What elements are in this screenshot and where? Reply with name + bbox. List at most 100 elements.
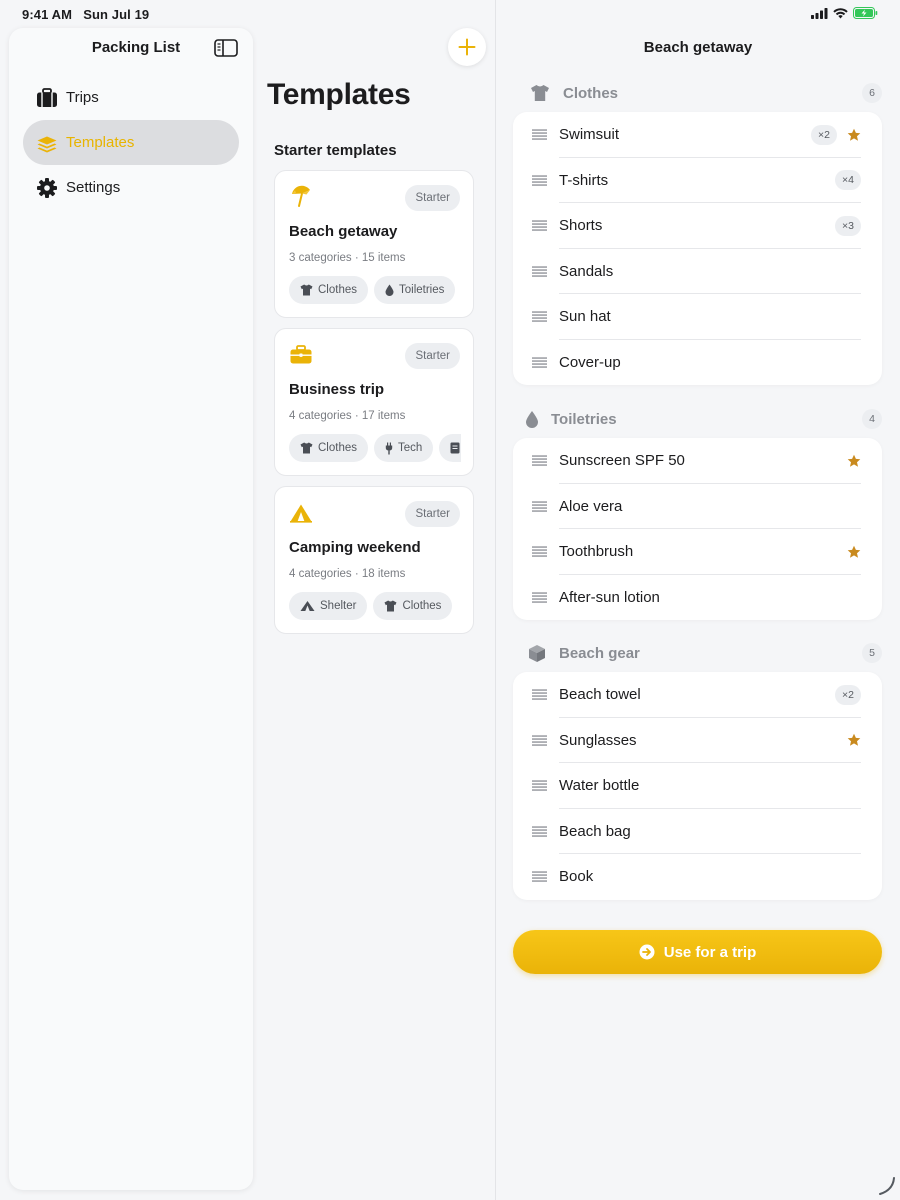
- category-name: Beach gear: [559, 644, 640, 662]
- category-name: Clothes: [563, 84, 619, 102]
- drag-handle-icon[interactable]: [532, 174, 547, 186]
- star-icon[interactable]: [847, 454, 861, 468]
- category-name: Toiletries: [551, 410, 617, 428]
- category-count-badge: 4: [862, 409, 882, 429]
- item-name: Cover-up: [559, 353, 621, 371]
- chip-label: Shelter: [320, 600, 357, 612]
- sidebar-item-label: Settings: [66, 179, 121, 196]
- item-row[interactable]: Aloe vera: [513, 484, 882, 529]
- item-row[interactable]: Sunglasses: [513, 718, 882, 763]
- item-row[interactable]: Sun hat: [513, 294, 882, 340]
- item-name: Swimsuit: [559, 126, 620, 144]
- item-row[interactable]: Toothbrush: [513, 529, 882, 575]
- use-for-trip-label: Use for a trip: [663, 943, 757, 961]
- item-row[interactable]: Book: [513, 854, 882, 900]
- item-row[interactable]: After-sun lotion: [513, 575, 882, 621]
- template-meta: 4 categories · 18 items: [289, 568, 406, 580]
- drag-handle-icon[interactable]: [532, 356, 547, 368]
- item-name: Toothbrush: [559, 543, 634, 561]
- item-row[interactable]: Sandals: [513, 249, 882, 294]
- category-count-badge: 5: [862, 643, 882, 663]
- category-chip: Toiletries: [374, 276, 456, 304]
- template-card-beach-getaway[interactable]: Starter Beach getaway 3 categories · 15 …: [274, 170, 474, 318]
- drag-handle-icon[interactable]: [532, 220, 547, 231]
- drop-icon: [385, 284, 394, 296]
- starter-badge: Starter: [405, 343, 460, 369]
- category-chip: Clothes: [289, 276, 368, 304]
- template-card-camping-weekend[interactable]: Starter Camping weekend 4 categories · 1…: [274, 486, 474, 634]
- status-icons: [811, 7, 878, 19]
- item-row[interactable]: Sunscreen SPF 50: [513, 438, 882, 484]
- arrow-circle-icon: [639, 944, 655, 960]
- drop-icon: [521, 408, 543, 430]
- item-row[interactable]: T-shirts ×4: [513, 158, 882, 203]
- status-clock: 9:41 AM: [22, 7, 73, 22]
- status-date: Sun Jul 19: [83, 7, 150, 22]
- drag-handle-icon[interactable]: [532, 591, 547, 603]
- item-name: Sandals: [559, 262, 614, 280]
- drag-handle-icon[interactable]: [532, 500, 547, 512]
- category-chips: Clothes Tech: [289, 434, 461, 462]
- category-chips: Shelter Clothes: [289, 592, 461, 620]
- templates-panel: Templates Starter templates Starter Beac…: [253, 28, 495, 1200]
- drag-handle-icon[interactable]: [532, 734, 547, 746]
- sidebar-item-label: Templates: [66, 134, 135, 151]
- add-template-button[interactable]: [448, 28, 486, 66]
- star-icon[interactable]: [847, 733, 861, 747]
- sidebar-toggle-icon[interactable]: [214, 39, 238, 57]
- tshirt-icon: [300, 442, 313, 454]
- gear-icon: [36, 177, 58, 199]
- box-icon: [526, 642, 548, 664]
- star-icon[interactable]: [847, 128, 861, 142]
- category-items-clothes: Swimsuit ×2 T-shirts ×4 Shorts ×3 Sandals Sun h…: [513, 112, 882, 385]
- item-row[interactable]: Water bottle: [513, 763, 882, 809]
- category-header-toiletries: Toiletries 4: [513, 405, 883, 433]
- item-row[interactable]: Beach bag: [513, 809, 882, 854]
- status-time: 9:41 AM Sun Jul 19: [22, 7, 149, 22]
- tshirt-icon: [529, 82, 551, 104]
- category-items-beach-gear: Beach towel ×2 Sunglasses Water bottle Beach…: [513, 672, 882, 900]
- starter-badge: Starter: [405, 501, 460, 527]
- item-row[interactable]: Cover-up: [513, 340, 882, 386]
- category-chip: [439, 434, 461, 462]
- sidebar-item-settings[interactable]: Settings: [23, 165, 239, 210]
- category-chips: Clothes Toiletries: [289, 276, 461, 304]
- drag-handle-icon[interactable]: [532, 780, 547, 791]
- battery-charging-icon: [853, 7, 878, 19]
- drag-handle-icon[interactable]: [532, 265, 547, 277]
- use-for-trip-button[interactable]: Use for a trip: [513, 930, 882, 974]
- category-header-beach-gear: Beach gear 5: [513, 639, 883, 667]
- item-name: Sunscreen SPF 50: [559, 452, 685, 470]
- sidebar-item-templates[interactable]: Templates: [23, 120, 239, 165]
- wifi-icon: [833, 7, 848, 18]
- drag-handle-icon[interactable]: [532, 311, 547, 322]
- drag-handle-icon[interactable]: [532, 546, 547, 557]
- template-card-business-trip[interactable]: Starter Business trip 4 categories · 17 …: [274, 328, 474, 476]
- sidebar-nav: Trips Templates Settings: [23, 75, 239, 210]
- star-icon[interactable]: [847, 545, 861, 559]
- drag-handle-icon[interactable]: [532, 825, 547, 837]
- sidebar: Packing List Trips Templates Settings: [9, 28, 253, 1190]
- cellular-signal-icon: [811, 7, 828, 19]
- template-cards: Starter Beach getaway 3 categories · 15 …: [274, 170, 474, 644]
- category-chip: Shelter: [289, 592, 368, 620]
- plus-icon: [458, 38, 476, 56]
- drag-handle-icon[interactable]: [532, 129, 547, 140]
- layers-icon: [36, 132, 58, 154]
- chip-label: Toiletries: [399, 284, 445, 296]
- drag-handle-icon[interactable]: [532, 871, 547, 882]
- drag-handle-icon[interactable]: [532, 689, 547, 700]
- category-count-badge: 6: [862, 83, 882, 103]
- tshirt-icon: [384, 600, 397, 612]
- category-items-toiletries: Sunscreen SPF 50 Aloe vera Toothbrush After…: [513, 438, 882, 620]
- item-row[interactable]: Beach towel ×2: [513, 672, 882, 718]
- chip-label: Clothes: [318, 442, 357, 454]
- item-name: Book: [559, 868, 594, 886]
- category-header-clothes: Clothes 6: [513, 79, 883, 107]
- drag-handle-icon[interactable]: [532, 455, 547, 466]
- detail-title: Beach getaway: [643, 39, 753, 56]
- item-row[interactable]: Swimsuit ×2: [513, 112, 882, 158]
- sidebar-item-trips[interactable]: Trips: [23, 75, 239, 120]
- item-row[interactable]: Shorts ×3: [513, 203, 882, 249]
- section-title: Starter templates: [274, 142, 397, 159]
